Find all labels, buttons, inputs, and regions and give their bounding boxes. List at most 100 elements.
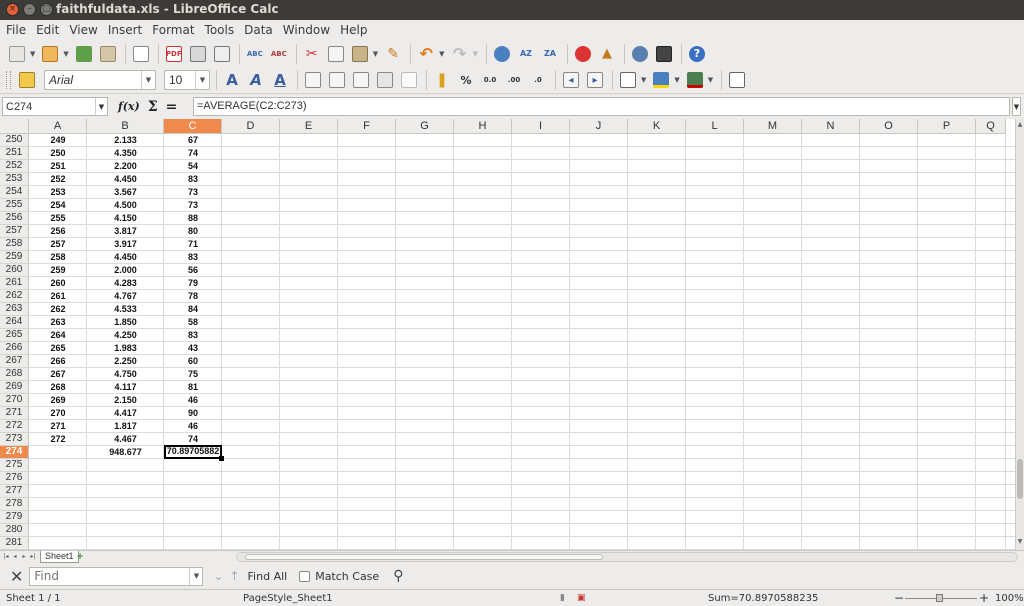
edit-mode-icon[interactable] bbox=[130, 43, 152, 65]
maximize-window-button[interactable]: □ bbox=[40, 3, 53, 16]
cell-b[interactable]: 4.500 bbox=[87, 199, 164, 211]
cell-c[interactable] bbox=[164, 524, 222, 536]
cell-b[interactable]: 948.677 bbox=[87, 446, 164, 458]
cell-c[interactable]: 60 bbox=[164, 355, 222, 367]
column-header-k[interactable]: K bbox=[628, 119, 686, 134]
cell-a[interactable]: 261 bbox=[29, 290, 87, 302]
column-header-p[interactable]: P bbox=[918, 119, 976, 134]
insert-chart-icon[interactable] bbox=[572, 43, 594, 65]
menu-tools[interactable]: Tools bbox=[201, 23, 239, 37]
column-header-e[interactable]: E bbox=[280, 119, 338, 134]
background-color-dropdown-icon[interactable]: ▼ bbox=[674, 76, 679, 84]
menu-help[interactable]: Help bbox=[336, 23, 371, 37]
row-header[interactable]: 253 bbox=[0, 173, 29, 186]
cell-a[interactable]: 259 bbox=[29, 264, 87, 276]
cell-b[interactable]: 2.000 bbox=[87, 264, 164, 276]
cell-a[interactable] bbox=[29, 485, 87, 497]
show-draw-functions-icon[interactable]: ▲ bbox=[596, 43, 618, 65]
cell-c[interactable]: 54 bbox=[164, 160, 222, 172]
background-color-icon[interactable] bbox=[650, 69, 672, 91]
cell-c[interactable]: 80 bbox=[164, 225, 222, 237]
borders-icon[interactable] bbox=[617, 69, 639, 91]
percent-format-icon[interactable]: % bbox=[455, 69, 477, 91]
close-window-button[interactable]: × bbox=[6, 3, 19, 16]
align-center-icon[interactable] bbox=[326, 69, 348, 91]
cell-a[interactable]: 264 bbox=[29, 329, 87, 341]
row-header[interactable]: 262 bbox=[0, 290, 29, 303]
cell-a[interactable] bbox=[29, 524, 87, 536]
underline-icon[interactable]: A bbox=[269, 69, 291, 91]
new-document-icon[interactable] bbox=[6, 43, 28, 65]
cell-c[interactable]: 84 bbox=[164, 303, 222, 315]
cell-a[interactable]: 260 bbox=[29, 277, 87, 289]
find-field[interactable]: ▼ bbox=[29, 566, 204, 586]
export-pdf-icon[interactable]: PDF bbox=[163, 43, 185, 65]
horizontal-scroll-thumb[interactable] bbox=[245, 554, 603, 560]
cell-b[interactable] bbox=[87, 459, 164, 471]
add-decimal-icon[interactable]: .00 bbox=[503, 69, 525, 91]
column-header-d[interactable]: D bbox=[222, 119, 280, 134]
cell-a[interactable] bbox=[29, 472, 87, 484]
merge-cells-icon[interactable] bbox=[398, 69, 420, 91]
chevron-down-icon[interactable]: ▼ bbox=[141, 71, 155, 89]
increase-indent-icon[interactable]: ▸ bbox=[584, 69, 606, 91]
print-icon[interactable] bbox=[187, 43, 209, 65]
undo-dropdown-icon[interactable]: ▼ bbox=[439, 50, 444, 58]
column-header-m[interactable]: M bbox=[744, 119, 802, 134]
cell-a[interactable]: 268 bbox=[29, 381, 87, 393]
cell-c[interactable] bbox=[164, 472, 222, 484]
cell-a[interactable]: 250 bbox=[29, 147, 87, 159]
cell-b[interactable] bbox=[87, 498, 164, 510]
cell-c[interactable]: 79 bbox=[164, 277, 222, 289]
open-dropdown-icon[interactable]: ▼ bbox=[63, 50, 68, 58]
cell-b[interactable]: 4.150 bbox=[87, 212, 164, 224]
menu-data[interactable]: Data bbox=[240, 23, 277, 37]
font-size-combobox[interactable]: 10 ▼ bbox=[164, 70, 210, 90]
column-header-g[interactable]: G bbox=[396, 119, 454, 134]
row-header[interactable]: 274 bbox=[0, 446, 29, 459]
prev-sheet-icon[interactable]: ◂ bbox=[11, 552, 19, 562]
menu-format[interactable]: Format bbox=[148, 23, 198, 37]
cell-a[interactable]: 253 bbox=[29, 186, 87, 198]
undo-icon[interactable]: ↶ bbox=[415, 43, 437, 65]
select-all-corner[interactable] bbox=[0, 119, 29, 134]
sum-icon[interactable]: Σ bbox=[148, 99, 158, 115]
standard-number-format-icon[interactable]: 0.0 bbox=[479, 69, 501, 91]
cell-c[interactable]: 73 bbox=[164, 186, 222, 198]
formula-input[interactable]: =AVERAGE(C2:C273) bbox=[193, 97, 1010, 116]
find-input[interactable] bbox=[30, 569, 190, 583]
cell-a[interactable]: 265 bbox=[29, 342, 87, 354]
match-case-toggle[interactable]: Match Case bbox=[299, 570, 379, 583]
vertical-scroll-thumb[interactable] bbox=[1017, 459, 1023, 499]
cell-b[interactable] bbox=[87, 472, 164, 484]
row-header[interactable]: 276 bbox=[0, 472, 29, 485]
cell-b[interactable]: 2.200 bbox=[87, 160, 164, 172]
row-header[interactable]: 258 bbox=[0, 238, 29, 251]
cell-b[interactable]: 3.917 bbox=[87, 238, 164, 250]
cell-b[interactable]: 1.817 bbox=[87, 420, 164, 432]
cell-c[interactable]: 88 bbox=[164, 212, 222, 224]
row-header[interactable]: 270 bbox=[0, 394, 29, 407]
cell-c[interactable]: 46 bbox=[164, 394, 222, 406]
column-header-h[interactable]: H bbox=[454, 119, 512, 134]
row-header[interactable]: 265 bbox=[0, 329, 29, 342]
spreadsheet-grid[interactable]: A B C D E F G H I J K L M N O P Q 250 249 2.133 67 251 250 4.35… bbox=[0, 119, 1015, 550]
help-icon[interactable]: ? bbox=[686, 43, 708, 65]
cell-a[interactable]: 255 bbox=[29, 212, 87, 224]
menu-file[interactable]: File bbox=[2, 23, 30, 37]
cell-c[interactable]: 74 bbox=[164, 147, 222, 159]
sort-ascending-icon[interactable]: AZ bbox=[515, 43, 537, 65]
cell-a[interactable] bbox=[29, 446, 87, 458]
cut-icon[interactable]: ✂ bbox=[301, 43, 323, 65]
cell-b[interactable]: 3.567 bbox=[87, 186, 164, 198]
cell-c[interactable]: 78 bbox=[164, 290, 222, 302]
toolbar-grip[interactable] bbox=[6, 71, 11, 89]
cell-c[interactable]: 83 bbox=[164, 251, 222, 263]
menu-edit[interactable]: Edit bbox=[32, 23, 63, 37]
scroll-up-icon[interactable]: ▲ bbox=[1016, 121, 1024, 131]
italic-icon[interactable]: A bbox=[245, 69, 267, 91]
cell-a[interactable]: 258 bbox=[29, 251, 87, 263]
cell-b[interactable]: 2.250 bbox=[87, 355, 164, 367]
chevron-down-icon[interactable]: ▼ bbox=[189, 567, 202, 585]
justify-icon[interactable] bbox=[374, 69, 396, 91]
